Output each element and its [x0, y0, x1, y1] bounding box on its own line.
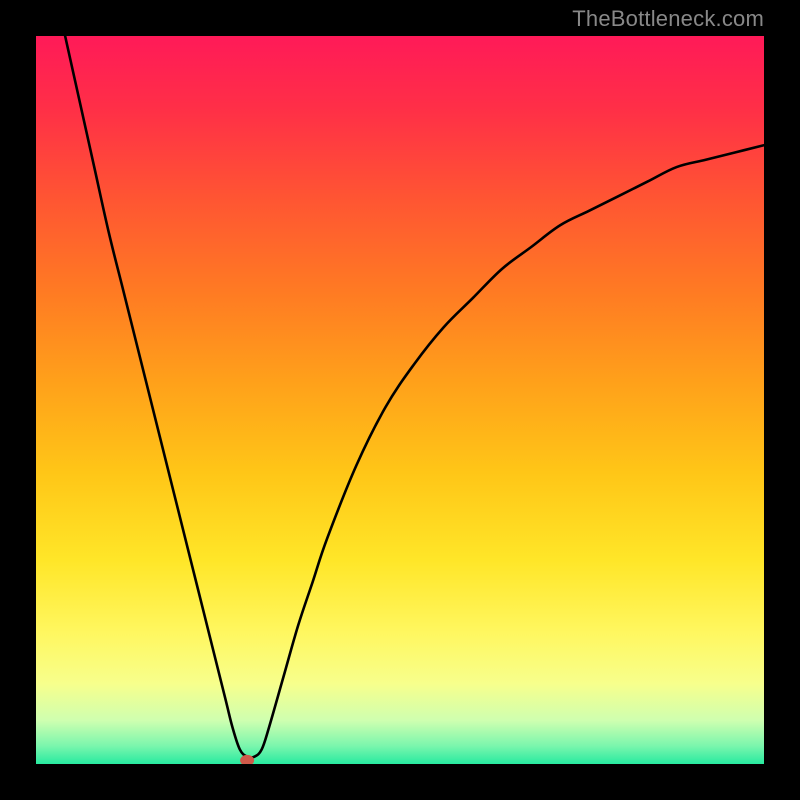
- chart-svg: [36, 36, 764, 764]
- chart-frame: [36, 36, 764, 764]
- watermark-text: TheBottleneck.com: [572, 6, 764, 32]
- chart-background-gradient: [36, 36, 764, 764]
